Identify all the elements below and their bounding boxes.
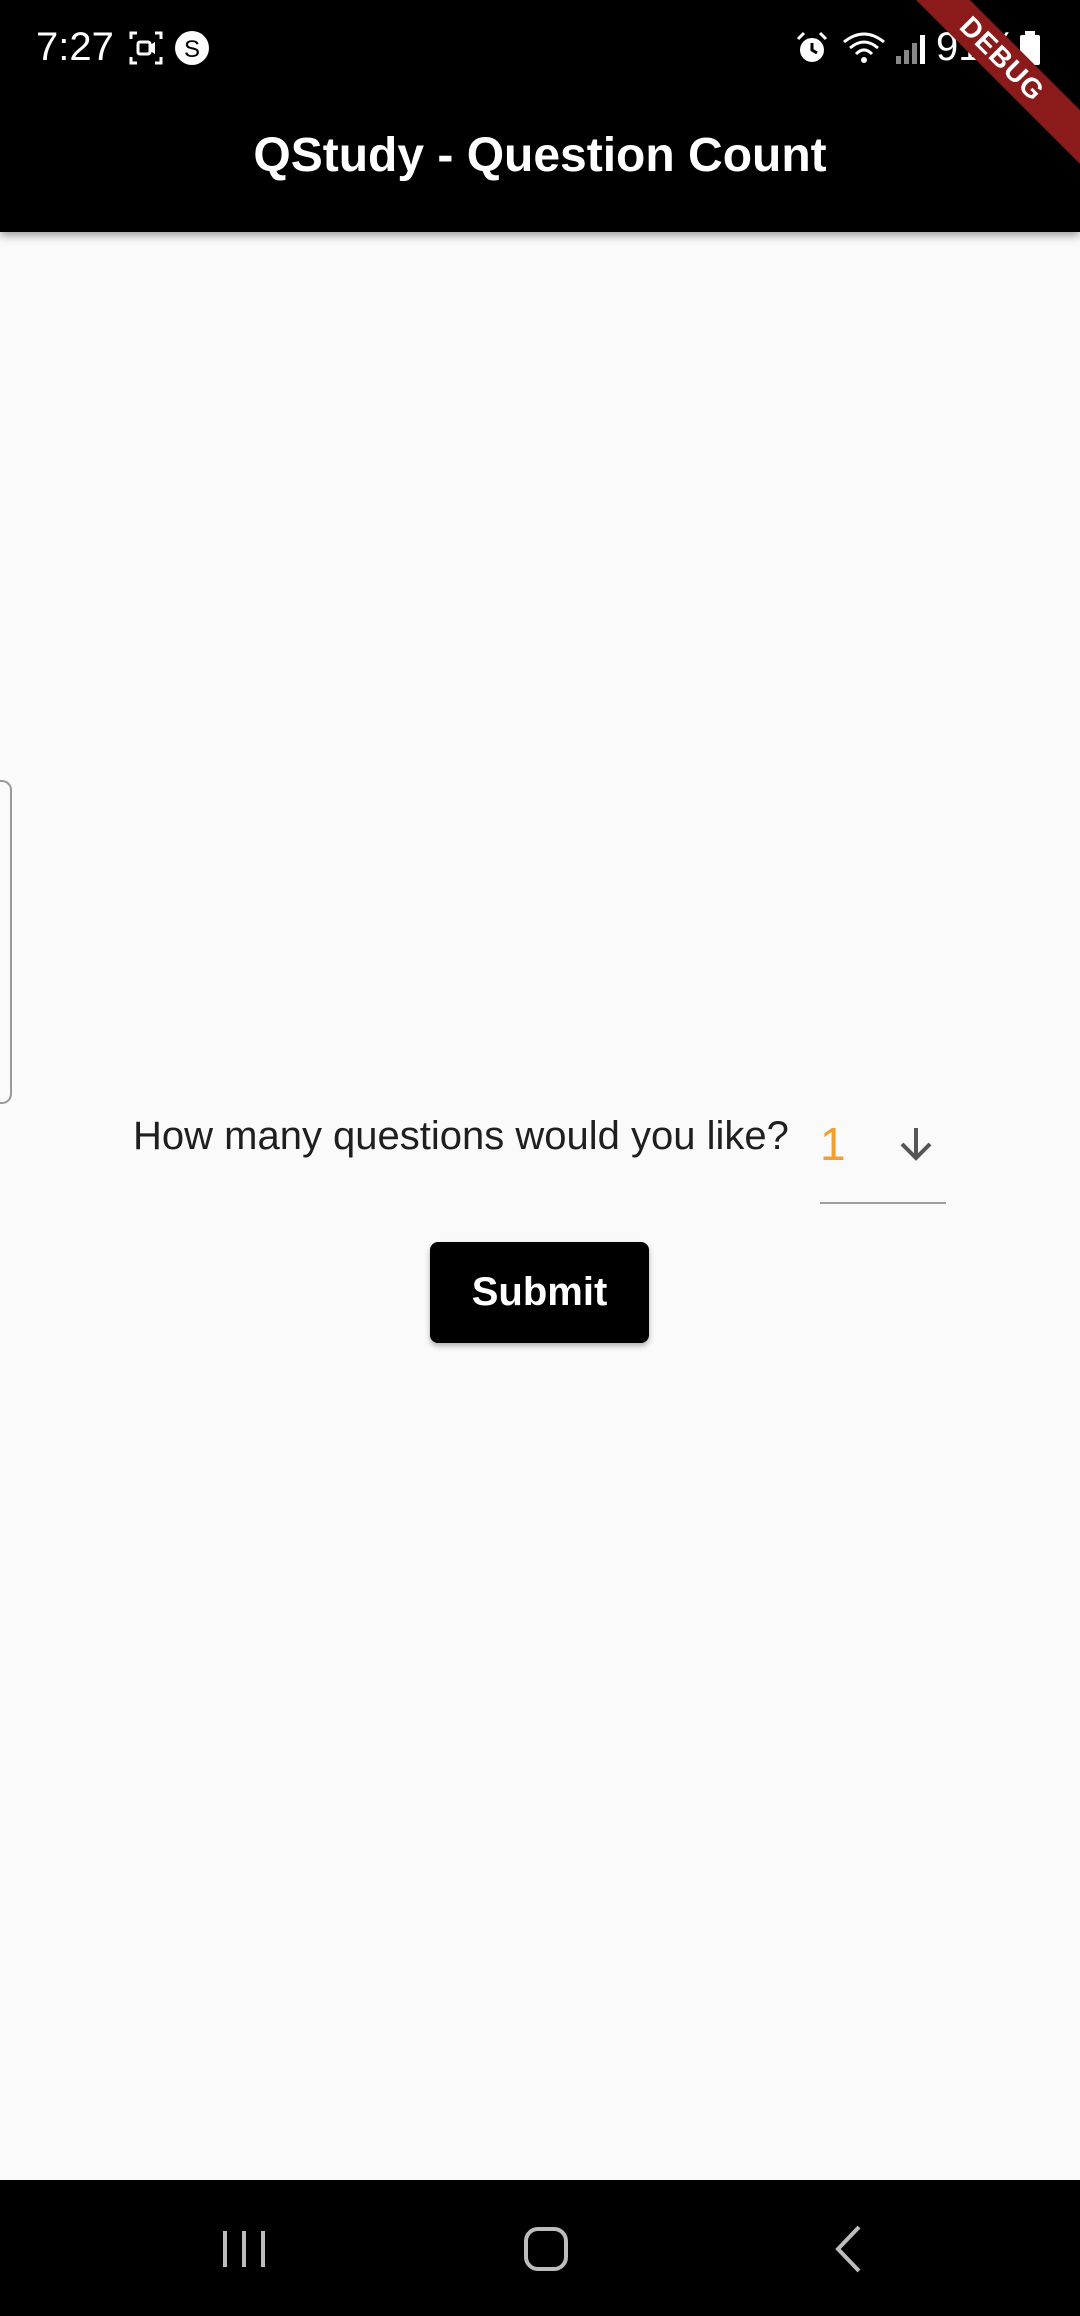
question-count-dropdown[interactable]: 1 — [820, 1106, 946, 1204]
recent-apps-icon[interactable] — [209, 2214, 279, 2284]
app-bar: QStudy - Question Count — [0, 98, 1080, 232]
wifi-icon — [842, 30, 888, 66]
shazam-icon: S — [174, 30, 210, 66]
status-bar: 7:27 S — [0, 0, 1080, 98]
screen-record-icon — [128, 30, 164, 66]
arrow-down-icon — [894, 1122, 938, 1166]
submit-button[interactable]: Submit — [430, 1242, 649, 1343]
signal-icon — [894, 30, 930, 66]
home-icon[interactable] — [511, 2214, 581, 2284]
svg-text:S: S — [184, 36, 200, 63]
navigation-bar — [0, 2180, 1080, 2316]
page-title: QStudy - Question Count — [253, 129, 827, 182]
edge-panel-handle[interactable] — [0, 780, 12, 1104]
back-icon[interactable] — [814, 2214, 884, 2284]
question-label: How many questions would you like? — [133, 1114, 789, 1158]
screen: 7:27 S QStudy - Question Count DEBUG How… — [0, 0, 1080, 2316]
alarm-icon — [794, 30, 830, 66]
dropdown-selected-value: 1 — [820, 1118, 846, 1170]
status-time: 7:27 — [36, 25, 114, 69]
